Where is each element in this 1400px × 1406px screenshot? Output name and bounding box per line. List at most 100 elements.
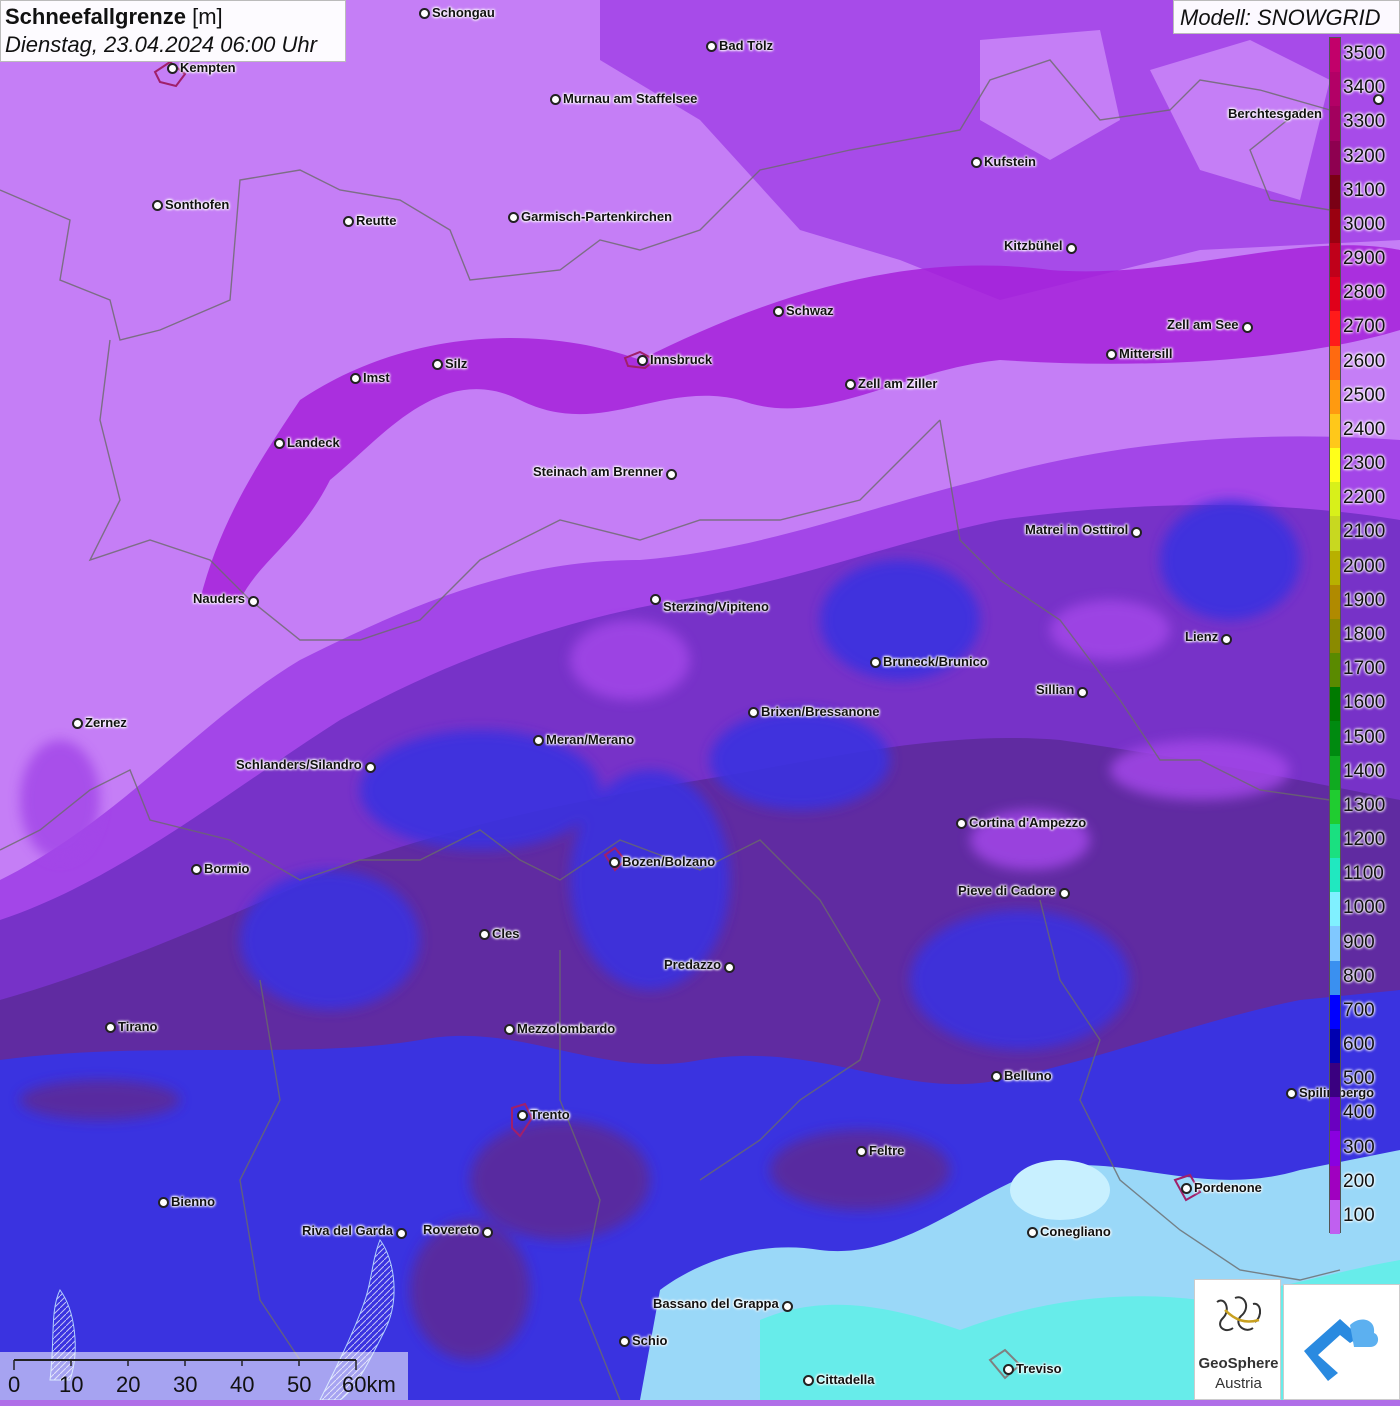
city-label: Brixen/Bressanone	[761, 704, 880, 719]
legend-swatch	[1330, 1131, 1340, 1167]
city-marker[interactable]	[971, 157, 982, 168]
city-label: Berchtesgaden	[1228, 106, 1322, 121]
city-label: Bad Tölz	[719, 38, 774, 53]
legend-label: 300	[1343, 1136, 1375, 1158]
city-marker[interactable]	[1077, 687, 1088, 698]
city-marker[interactable]	[396, 1228, 407, 1239]
city-marker[interactable]	[991, 1071, 1002, 1082]
city-label: Mezzolombardo	[517, 1021, 616, 1036]
geosphere-logo: GeoSphere Austria	[1194, 1279, 1281, 1400]
city-label: Feltre	[869, 1143, 905, 1158]
legend-swatch	[1330, 584, 1340, 620]
city-label: Rovereto	[423, 1222, 480, 1237]
city-marker[interactable]	[773, 306, 784, 317]
legend-label: 2700	[1343, 316, 1386, 338]
city-label: Sillian	[1036, 682, 1075, 697]
city-marker[interactable]	[479, 929, 490, 940]
title-main: Schneefallgrenze	[5, 4, 186, 29]
city-label: Cles	[492, 926, 520, 941]
legend-label: 2200	[1343, 487, 1386, 509]
city-label: Cittadella	[816, 1372, 875, 1387]
city-marker[interactable]	[365, 762, 376, 773]
legend-swatch	[1330, 653, 1340, 688]
city-marker[interactable]	[482, 1227, 493, 1238]
legend-swatch	[1330, 960, 1340, 996]
legend-label: 3200	[1343, 145, 1386, 167]
city-label: Schongau	[432, 5, 495, 20]
city-label: Matrei in Osttirol	[1025, 522, 1129, 537]
color-legend: 3500 3400 3300 3200 3100 3000 2900 2800 2700 2600…	[1329, 37, 1400, 1235]
city-marker[interactable]	[666, 469, 677, 480]
city-marker[interactable]	[1066, 243, 1077, 254]
city-label: Reutte	[356, 213, 397, 228]
city-marker[interactable]	[248, 596, 259, 607]
city-marker[interactable]	[637, 355, 648, 366]
city-marker[interactable]	[650, 594, 661, 605]
city-marker[interactable]	[782, 1301, 793, 1312]
city-marker[interactable]	[870, 657, 881, 668]
city-marker[interactable]	[72, 718, 83, 729]
scale-bar: 0 10 20 30 40 50 60km	[0, 1352, 408, 1400]
legend-label: 2500	[1343, 384, 1386, 406]
city-label: Zernez	[85, 715, 127, 730]
city-marker[interactable]	[1106, 349, 1117, 360]
legend-label: 800	[1343, 965, 1375, 987]
city-marker[interactable]	[432, 359, 443, 370]
city-marker[interactable]	[956, 818, 967, 829]
city-marker[interactable]	[1286, 1088, 1297, 1099]
legend-label: 3000	[1343, 213, 1386, 235]
legend-label: 2800	[1343, 282, 1386, 304]
city-marker[interactable]	[191, 864, 202, 875]
city-label: Silz	[445, 356, 468, 371]
legend-swatch	[1330, 687, 1340, 722]
city-marker[interactable]	[158, 1197, 169, 1208]
geosphere-name: GeoSphere	[1198, 1355, 1279, 1372]
legend-label: 600	[1343, 1034, 1375, 1056]
city-marker[interactable]	[105, 1022, 116, 1033]
title-box: Schneefallgrenze [m] Dienstag, 23.04.202…	[0, 0, 346, 62]
city-marker[interactable]	[1242, 322, 1253, 333]
legend-colorbar	[1329, 37, 1341, 1235]
city-marker[interactable]	[856, 1146, 867, 1157]
city-marker[interactable]	[706, 41, 717, 52]
city-marker[interactable]	[419, 8, 430, 19]
city-marker[interactable]	[748, 707, 759, 718]
city-label: Bruneck/Brunico	[883, 654, 988, 669]
legend-label: 1500	[1343, 726, 1386, 748]
city-marker[interactable]	[274, 438, 285, 449]
city-marker[interactable]	[1003, 1364, 1014, 1375]
legend-label: 1900	[1343, 589, 1386, 611]
city-marker[interactable]	[724, 962, 735, 973]
city-marker[interactable]	[803, 1375, 814, 1386]
city-marker[interactable]	[1027, 1227, 1038, 1238]
city-marker[interactable]	[517, 1110, 528, 1121]
city-marker[interactable]	[1181, 1183, 1192, 1194]
city-marker[interactable]	[1131, 527, 1142, 538]
city-label: Landeck	[287, 435, 340, 450]
city-marker[interactable]	[845, 379, 856, 390]
city-label: Kitzbühel	[1004, 238, 1063, 253]
city-marker[interactable]	[167, 63, 178, 74]
city-marker[interactable]	[504, 1024, 515, 1035]
city-marker[interactable]	[508, 212, 519, 223]
city-label: Tirano	[118, 1019, 158, 1034]
city-marker[interactable]	[609, 857, 620, 868]
legend-label: 1300	[1343, 794, 1386, 816]
city-marker[interactable]	[350, 373, 361, 384]
city-marker[interactable]	[533, 735, 544, 746]
legend-swatch	[1330, 1097, 1340, 1132]
city-marker[interactable]	[152, 200, 163, 211]
city-label: Imst	[363, 370, 390, 385]
city-marker[interactable]	[1059, 888, 1070, 899]
city-marker[interactable]	[343, 216, 354, 227]
city-marker[interactable]	[619, 1336, 630, 1347]
city-label: Trento	[530, 1107, 570, 1122]
city-label: Predazzo	[664, 957, 722, 972]
city-marker[interactable]	[1221, 634, 1232, 645]
city-marker[interactable]	[550, 94, 561, 105]
legend-swatch	[1330, 345, 1340, 381]
zone-plain-pocket	[1010, 1160, 1110, 1220]
city-label: Nauders	[193, 591, 246, 606]
legend-swatch	[1330, 516, 1340, 552]
map-view[interactable]: Schongau Bad Tölz Kempten Murnau am Staffel…	[0, 0, 1400, 1400]
